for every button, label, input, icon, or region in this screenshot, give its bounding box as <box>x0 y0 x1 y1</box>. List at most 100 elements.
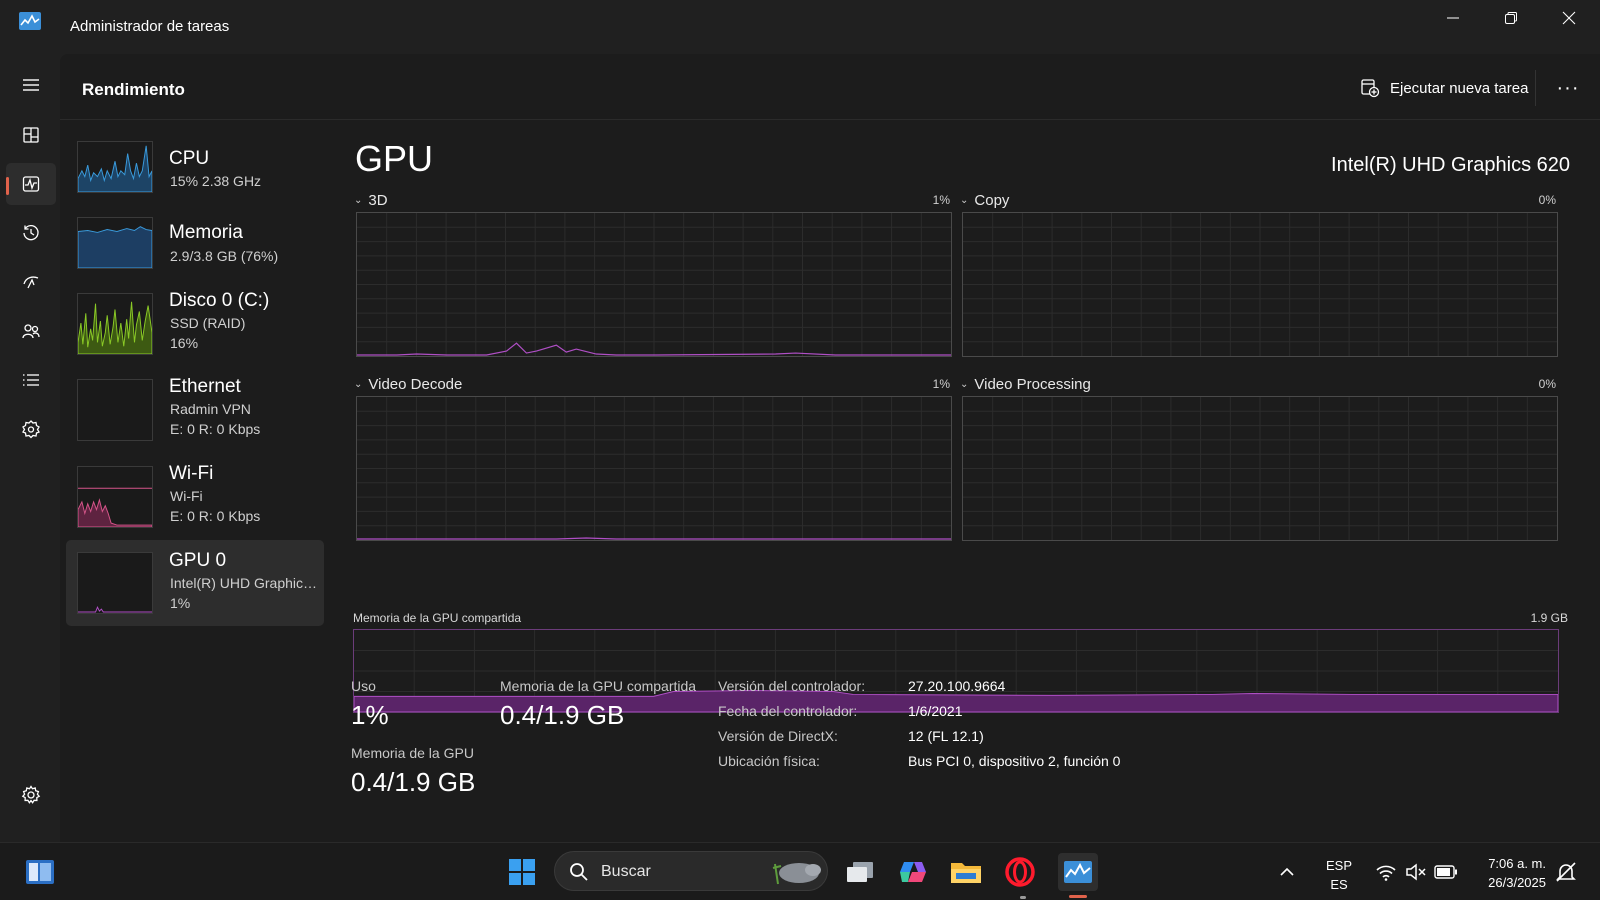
device-gpu[interactable]: GPU 0 Intel(R) UHD Graphics 620 1% <box>66 540 324 626</box>
directx-version-label: Versión de DirectX: <box>718 728 838 744</box>
start-icon <box>509 859 535 885</box>
chevron-up-icon <box>1280 867 1294 876</box>
header-divider <box>1535 70 1536 106</box>
engine-percent: 1% <box>932 377 950 391</box>
copilot-button[interactable] <box>893 853 933 891</box>
menu-button[interactable] <box>6 64 56 106</box>
file-explorer-button[interactable] <box>946 853 986 891</box>
chevron-down-icon: ⌄ <box>354 379 363 390</box>
engine-graph-copy <box>962 212 1558 357</box>
title-bar: Administrador de tareas <box>0 0 1600 54</box>
active-indicator <box>6 177 9 195</box>
opera-button[interactable] <box>1000 853 1040 891</box>
clock[interactable]: 7:06 a. m. 26/3/2025 <box>1488 854 1546 892</box>
search-placeholder: Buscar <box>601 863 651 880</box>
opera-icon <box>1005 857 1035 887</box>
nav-details[interactable] <box>6 359 56 401</box>
minimize-icon <box>1447 17 1459 19</box>
device-detail-secondary: E: 0 R: 0 Kbps <box>170 421 261 437</box>
device-disk[interactable]: Disco 0 (C:) SSD (RAID) 16% <box>66 280 324 366</box>
file-explorer-icon <box>951 863 981 883</box>
taskbar-search[interactable]: Buscar <box>554 851 828 891</box>
search-highlight-icon <box>772 863 821 885</box>
language-code: ESP <box>1325 858 1352 873</box>
graph-grid <box>357 397 951 540</box>
page-title: Rendimiento <box>82 80 185 99</box>
nav-users[interactable] <box>6 310 56 352</box>
engine-selector-video-processing[interactable]: ⌄ Video Processing <box>960 376 1091 393</box>
nav-performance[interactable] <box>6 163 56 205</box>
battery-icon <box>1434 865 1457 879</box>
engine-percent: 0% <box>1538 377 1556 391</box>
taskbar: Buscar ESP ES 7:06 a. m. 26/3/2025 <box>0 842 1600 900</box>
battery-button[interactable] <box>1430 853 1462 891</box>
nav-app-history[interactable] <box>6 212 56 254</box>
task-manager-icon <box>19 12 41 30</box>
shared-memory-label: Memoria de la GPU compartida <box>500 678 697 694</box>
task-manager-taskbar-button[interactable] <box>1058 853 1098 891</box>
device-detail: Intel(R) UHD Graphics 620 <box>170 575 322 591</box>
shared-memory-graph-label: Memoria de la GPU compartida <box>353 611 522 625</box>
physical-location-label: Ubicación física: <box>718 753 820 769</box>
device-name: Wi-Fi <box>169 463 214 484</box>
run-task-label: Ejecutar nueva tarea <box>1390 79 1529 97</box>
menu-icon <box>23 79 39 91</box>
disk-thumbnail-graph <box>77 293 153 355</box>
detail-title: GPU <box>355 138 434 179</box>
engine-selector-copy[interactable]: ⌄ Copy <box>960 192 1009 209</box>
task-view-button[interactable] <box>840 853 880 891</box>
settings-button[interactable] <box>6 774 56 816</box>
restore-icon <box>1505 12 1517 24</box>
device-detail: 15% 2.38 GHz <box>170 173 262 189</box>
app-history-icon <box>23 225 39 241</box>
engine-selector-video-decode[interactable]: ⌄ Video Decode <box>354 376 462 393</box>
shared-memory-graph-max: 1.9 GB <box>1530 611 1568 625</box>
device-name: Memoria <box>169 222 243 243</box>
device-ethernet[interactable]: Ethernet Radmin VPN E: 0 R: 0 Kbps <box>66 366 324 452</box>
notification-icon <box>1556 862 1576 882</box>
usage-label: Uso <box>351 678 376 694</box>
run-new-task-button[interactable]: Ejecutar nueva tarea <box>1348 70 1540 106</box>
device-detail-secondary: E: 0 R: 0 Kbps <box>170 508 261 524</box>
device-name: CPU <box>169 148 210 169</box>
restore-button[interactable] <box>1482 0 1540 36</box>
window-title: Administrador de tareas <box>70 18 230 35</box>
engine-selector-3d[interactable]: ⌄ 3D <box>354 192 388 209</box>
close-button[interactable] <box>1540 0 1598 36</box>
copilot-icon <box>900 862 926 882</box>
volume-button[interactable] <box>1400 853 1432 891</box>
driver-version-label: Versión del controlador: <box>718 678 866 694</box>
network-button[interactable] <box>1370 853 1402 891</box>
nav-services[interactable] <box>6 408 56 450</box>
language-indicator[interactable]: ESP ES <box>1320 856 1358 894</box>
volume-muted-icon <box>1406 863 1426 881</box>
device-detail: Radmin VPN <box>170 401 251 417</box>
device-name: GPU 0 <box>169 550 227 571</box>
device-wifi[interactable]: Wi-Fi Wi-Fi E: 0 R: 0 Kbps <box>66 453 324 539</box>
show-hidden-icons-button[interactable] <box>1272 853 1302 891</box>
engine-label: 3D <box>368 192 388 209</box>
task-manager-icon <box>1064 861 1092 883</box>
widgets-button[interactable] <box>20 853 60 891</box>
engine-percent: 1% <box>932 193 950 207</box>
notification-center-button[interactable] <box>1548 853 1584 891</box>
ethernet-thumbnail-graph <box>77 379 153 441</box>
device-name: Disco 0 (C:) <box>169 290 270 311</box>
nav-startup[interactable] <box>6 261 56 303</box>
startup-icon <box>23 276 39 289</box>
chevron-down-icon: ⌄ <box>960 195 969 206</box>
minimize-button[interactable] <box>1424 0 1482 36</box>
engine-graph-video-decode <box>356 396 952 541</box>
gpu-model-name: Intel(R) UHD Graphics 620 <box>1331 154 1570 176</box>
more-options-button[interactable]: ··· <box>1550 74 1586 102</box>
device-name: Ethernet <box>169 376 241 397</box>
driver-date-value: 1/6/2021 <box>908 703 963 719</box>
chevron-down-icon: ⌄ <box>960 379 969 390</box>
driver-version-value: 27.20.100.9664 <box>908 678 1006 694</box>
details-icon <box>23 374 39 386</box>
widgets-icon <box>26 860 54 884</box>
nav-processes[interactable] <box>6 114 56 156</box>
task-view-icon <box>847 862 873 882</box>
services-icon <box>22 420 40 439</box>
start-button[interactable] <box>502 853 542 891</box>
